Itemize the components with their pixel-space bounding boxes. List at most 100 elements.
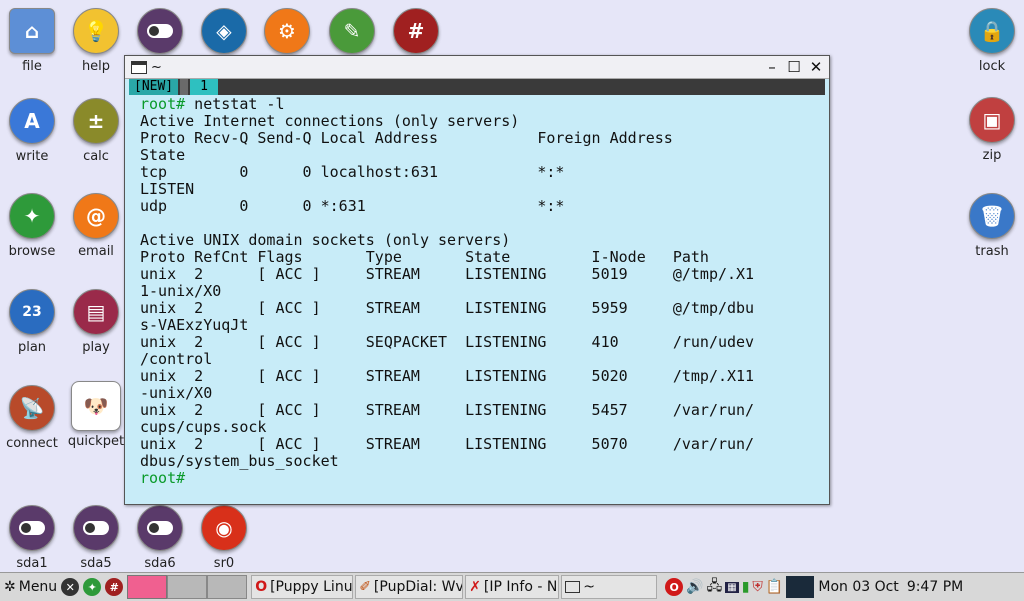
task-label: [Puppy Linu — [270, 579, 353, 595]
desktop-icon-label: file — [22, 59, 42, 74]
workspace-2[interactable] — [167, 575, 208, 599]
trash-can-icon: 🗑 — [969, 193, 1015, 239]
terminal-line: Proto RefCnt Flags Type State I-Node Pat… — [140, 249, 819, 266]
network-icon[interactable]: 🖧 — [707, 575, 723, 599]
desktop-icon-file[interactable]: ⌂ file — [0, 8, 64, 74]
menu-button[interactable]: ✲ Menu — [4, 574, 57, 600]
desktop-icon-terminal[interactable]: # — [384, 8, 448, 54]
terminal-line-text: unix 2 [ ACC ] SEQPACKET LISTENING 410 /… — [140, 333, 755, 351]
terminal-line-text: cups/cups.sock — [140, 418, 267, 436]
desktop-icon-toggle[interactable] — [128, 8, 192, 54]
firewall-icon[interactable]: ⛨ — [752, 579, 763, 595]
browser-icon[interactable]: ✦ — [83, 578, 102, 596]
desktop-icon-write[interactable]: A write — [0, 98, 64, 164]
menu-label: Menu — [18, 579, 58, 595]
terminal-line-text — [140, 214, 149, 232]
clapperboard-icon: ▤ — [73, 289, 119, 335]
desktop-icon-help[interactable]: 💡 help — [64, 8, 128, 74]
desktop-icon-connect[interactable]: 📡 connect — [0, 385, 64, 451]
task-terminal[interactable]: ~ — [561, 575, 658, 599]
home-folder-icon: ⌂ — [9, 8, 55, 54]
desktop-icon-quickpet[interactable]: 🐶 quickpet — [64, 381, 128, 449]
desktop-icon-trash[interactable]: 🗑 trash — [960, 193, 1024, 259]
terminal-line-text: netstat -l — [185, 95, 285, 113]
desktop-icon-dropbox[interactable]: ◈ — [192, 8, 256, 54]
hash-terminal-icon: # — [393, 8, 439, 54]
storage-icon[interactable]: ▮ — [742, 579, 750, 595]
workspace-1[interactable] — [127, 575, 168, 599]
clock-time: 9:47 PM — [906, 579, 964, 595]
desktop-icon-settings[interactable]: ⚙ — [255, 8, 319, 54]
tab-1[interactable]: 1 — [190, 79, 218, 95]
quicklaunch-bar: ✕ ✦ # — [61, 574, 124, 600]
task-puppy-linux[interactable]: O [Puppy Linu — [251, 575, 354, 599]
terminal-line: dbus/system_bus_socket — [140, 453, 819, 470]
terminal-line-text: dbus/system_bus_socket — [140, 452, 339, 470]
terminal-output[interactable]: root# netstat -l Active Internet connecti… — [129, 96, 819, 500]
workspace-3[interactable] — [207, 575, 248, 599]
terminal-line: s-VAExzYuqJt — [140, 317, 819, 334]
calendar-icon: 23 — [9, 289, 55, 335]
terminal-line-text: 1-unix/X0 — [140, 282, 222, 300]
terminal-line: State — [140, 147, 819, 164]
task-ip-info[interactable]: ✗ [IP Info - Ne — [465, 575, 560, 599]
tab-separator — [180, 79, 189, 95]
drive-icon-sda1[interactable]: sda1 — [0, 505, 64, 571]
desktop-icon-label: quickpet — [67, 434, 125, 449]
desktop-icon-email[interactable]: @ email — [64, 193, 128, 259]
abiword-icon: A — [9, 98, 55, 144]
hash-terminal-icon[interactable]: # — [105, 578, 124, 596]
clock[interactable]: Mon 03 Oct 9:47 PM — [818, 574, 963, 600]
clipboard-icon[interactable]: 📋 — [766, 579, 783, 595]
desktop-icon-notepad[interactable]: ✎ — [320, 8, 384, 54]
terminal-line-text: -unix/X0 — [140, 384, 213, 402]
drive-toggle-icon — [73, 505, 119, 551]
archive-box-icon: ▣ — [969, 97, 1015, 143]
drive-toggle-icon — [137, 505, 183, 551]
minimize-icon[interactable]: – — [763, 58, 781, 76]
terminal-line: unix 2 [ ACC ] STREAM LISTENING 5070 /va… — [140, 436, 819, 453]
desktop-icon-play[interactable]: ▤ play — [64, 289, 128, 355]
desktop-icon-browse[interactable]: ✦ browse — [0, 193, 64, 259]
compass-icon: ✦ — [9, 193, 55, 239]
desktop-icon-lock[interactable]: 🔒 lock — [960, 8, 1024, 74]
close-icon[interactable]: ✕ — [807, 58, 825, 76]
window-titlebar[interactable]: ~ – ☐ ✕ — [125, 56, 829, 79]
screen-tab-bar: [NEW] 1 — [129, 79, 825, 95]
desktop-icon-zip[interactable]: ▣ zip — [960, 97, 1024, 163]
task-label: [PupDial: Wv — [373, 579, 464, 595]
terminal-line: root# — [140, 470, 819, 487]
task-label: [IP Info - Ne — [483, 579, 560, 595]
notepad-pencil-icon: ✎ — [329, 8, 375, 54]
opera-tray-icon[interactable]: O — [665, 578, 684, 596]
shell-prompt: root# — [140, 95, 186, 113]
terminal-line-text: unix 2 [ ACC ] STREAM LISTENING 5959 @/t… — [140, 299, 755, 317]
close-all-icon[interactable]: ✕ — [61, 578, 80, 596]
desktop-icon-label: zip — [982, 148, 1002, 163]
maximize-icon[interactable]: ☐ — [785, 58, 803, 76]
terminal-window[interactable]: ~ – ☐ ✕ [NEW] 1 root# netstat -l Active I… — [124, 55, 830, 505]
desktop-icon-label: trash — [975, 244, 1009, 259]
tab-new[interactable]: [NEW] — [129, 79, 179, 95]
task-pupdial[interactable]: ✐ [PupDial: Wv — [355, 575, 464, 599]
desktop-icon-label: lock — [978, 59, 1006, 74]
terminal-window-icon — [131, 60, 147, 74]
satellite-dish-icon: 📡 — [9, 385, 55, 431]
window-title: ~ — [151, 59, 162, 75]
ip-info-icon: ✗ — [469, 579, 481, 595]
drive-icon-sda5[interactable]: sda5 — [64, 505, 128, 571]
terminal-line: unix 2 [ ACC ] SEQPACKET LISTENING 410 /… — [140, 334, 819, 351]
workspace-pager[interactable] — [127, 574, 248, 600]
desktop-icon-calc[interactable]: ± calc — [64, 98, 128, 164]
drive-icon-sr0[interactable]: ◉ sr0 — [192, 505, 256, 571]
desktop-icon-plan[interactable]: 23 plan — [0, 289, 64, 355]
volume-icon[interactable]: 🔊 — [686, 579, 703, 595]
desktop-icon-label: email — [78, 244, 114, 259]
drive-icon-sda6[interactable]: sda6 — [128, 505, 192, 571]
terminal-line: -unix/X0 — [140, 385, 819, 402]
terminal-line-text: s-VAExzYuqJt — [140, 316, 249, 334]
terminal-line: Active UNIX domain sockets (only servers… — [140, 232, 819, 249]
desktop-icon-label: connect — [6, 436, 58, 451]
cpu-icon[interactable]: ▦ — [725, 581, 739, 593]
taskbar: ✲ Menu ✕ ✦ # O [Puppy Linu ✐ [PupDial: W… — [0, 572, 1024, 601]
